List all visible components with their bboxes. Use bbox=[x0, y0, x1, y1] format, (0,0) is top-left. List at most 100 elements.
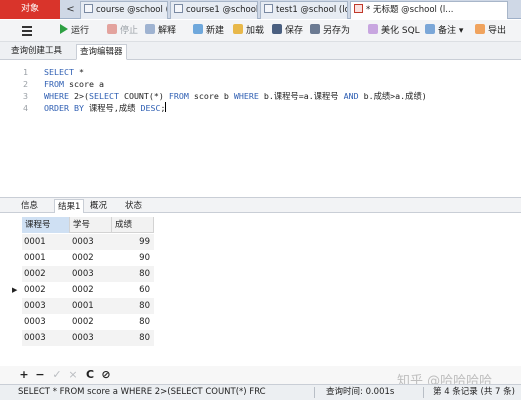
table-cell[interactable]: 0003 bbox=[72, 266, 94, 282]
table-row[interactable]: 0003 0002 80 bbox=[22, 314, 154, 330]
line-number: 1 bbox=[23, 67, 28, 77]
status-query-time: 查询时间: 0.001s bbox=[326, 387, 395, 397]
notes-icon bbox=[425, 24, 435, 34]
play-icon bbox=[60, 24, 68, 34]
result-grid[interactable]: 课程号 学号 成绩 0001 0003 99 0001 0002 90 0002 0003 80… bbox=[0, 214, 521, 360]
table-cell[interactable]: 0001 bbox=[72, 298, 94, 314]
sql-editor[interactable]: 1 SELECT * 2 FROM score a 3 WHERE 2>(SELECT C… bbox=[0, 60, 521, 194]
code-line: 1 SELECT * bbox=[0, 66, 521, 78]
table-row[interactable]: 0002 0002 60 bbox=[22, 282, 154, 298]
table-cell[interactable]: 80 bbox=[114, 266, 150, 282]
status-divider bbox=[423, 387, 424, 398]
export-button[interactable]: 导出 bbox=[475, 23, 506, 39]
table-cell[interactable]: 80 bbox=[114, 314, 150, 330]
beautify-sql-button[interactable]: 美化 SQL bbox=[368, 23, 420, 39]
table-cell[interactable]: 0002 bbox=[72, 314, 94, 330]
line-number: 4 bbox=[23, 103, 28, 113]
new-button[interactable]: 新建 bbox=[193, 23, 224, 39]
tab-scroll-left-icon[interactable]: < bbox=[64, 3, 77, 16]
grid-header: 课程号 学号 成绩 bbox=[22, 217, 154, 233]
editor-toolbar: 运行 停止 解释 新建 加载 保存 另存为 美化 SQL 备注 ▾ 导出 bbox=[0, 20, 521, 42]
sql-keyword: WHERE bbox=[233, 91, 259, 101]
explain-button[interactable]: 解释 bbox=[145, 23, 176, 39]
table-row[interactable]: 0003 0003 80 bbox=[22, 330, 154, 346]
folder-icon bbox=[233, 24, 243, 34]
table-cell[interactable]: 0003 bbox=[24, 314, 46, 330]
object-tab[interactable]: 对象 bbox=[0, 0, 60, 19]
table-cell[interactable]: 0002 bbox=[72, 250, 94, 266]
table-cell[interactable]: 0003 bbox=[72, 234, 94, 250]
status-record-count: 第 4 条记录 (共 7 条) bbox=[433, 387, 515, 397]
tab-info[interactable]: 信息 bbox=[18, 199, 41, 213]
sql-text: score b bbox=[188, 91, 234, 101]
sql-text: 2>( bbox=[68, 91, 89, 101]
chevron-down-icon: ▾ bbox=[458, 26, 464, 36]
table-row[interactable]: 0002 0003 80 bbox=[22, 266, 154, 282]
table-cell[interactable]: 0002 bbox=[72, 282, 94, 298]
discard-changes-icon[interactable]: × bbox=[67, 368, 79, 382]
code-line: 2 FROM score a bbox=[0, 78, 521, 90]
new-icon bbox=[193, 24, 203, 34]
table-cell[interactable]: 90 bbox=[114, 250, 150, 266]
text-cursor bbox=[165, 102, 167, 112]
run-button[interactable]: 运行 bbox=[60, 23, 89, 39]
code-text: ORDER BY 课程号,成绩 DESC; bbox=[44, 102, 167, 114]
sql-text: score a bbox=[63, 79, 104, 89]
add-record-icon[interactable]: + bbox=[18, 368, 30, 382]
save-button[interactable]: 保存 bbox=[272, 23, 303, 39]
apply-changes-icon[interactable]: ✓ bbox=[51, 368, 63, 382]
code-line: 4 ORDER BY 课程号,成绩 DESC; bbox=[0, 102, 521, 114]
code-line: 3 WHERE 2>(SELECT COUNT(*) FROM score b W… bbox=[0, 90, 521, 102]
sql-text: * bbox=[73, 67, 84, 77]
tab-query-course[interactable]: course @school (lo... bbox=[80, 1, 168, 19]
status-bar: SELECT * FROM score a WHERE 2>(SELECT CO… bbox=[0, 384, 521, 400]
sql-text: b.成绩>a.成绩) bbox=[358, 91, 427, 101]
sql-keyword: SELECT bbox=[88, 91, 119, 101]
tab-query-course1[interactable]: course1 @school (l... bbox=[170, 1, 258, 19]
line-number: 2 bbox=[23, 79, 28, 89]
column-header[interactable]: 学号 bbox=[70, 217, 112, 233]
tab-status[interactable]: 状态 bbox=[122, 199, 145, 213]
save-as-icon bbox=[310, 24, 320, 34]
query-icon bbox=[84, 4, 93, 13]
tab-query-editor[interactable]: 查询编辑器 bbox=[76, 44, 127, 60]
sql-keyword: DESC bbox=[140, 103, 161, 113]
export-icon bbox=[475, 24, 485, 34]
table-cell[interactable]: 60 bbox=[114, 282, 150, 298]
tab-query-builder[interactable]: 查询创建工具 bbox=[8, 44, 65, 60]
sql-keyword: FROM bbox=[168, 91, 189, 101]
menu-icon[interactable] bbox=[22, 26, 32, 36]
stop-button[interactable]: 停止 bbox=[107, 23, 138, 39]
line-number: 3 bbox=[23, 91, 28, 101]
table-cell[interactable]: 0003 bbox=[72, 330, 94, 346]
table-cell[interactable]: 99 bbox=[114, 234, 150, 250]
tab-query-untitled[interactable]: * 无标题 @school (l... bbox=[350, 1, 508, 19]
save-as-button[interactable]: 另存为 bbox=[310, 23, 350, 39]
refresh-icon[interactable]: C bbox=[84, 368, 96, 382]
table-row[interactable]: 0003 0001 80 bbox=[22, 298, 154, 314]
table-cell[interactable]: 0003 bbox=[24, 298, 46, 314]
query-icon bbox=[174, 4, 183, 13]
table-row[interactable]: 0001 0003 99 bbox=[22, 234, 154, 250]
tab-query-test1[interactable]: test1 @school (loc... bbox=[260, 1, 348, 19]
table-cell[interactable]: 0003 bbox=[24, 330, 46, 346]
table-cell[interactable]: 0001 bbox=[24, 250, 46, 266]
table-cell[interactable]: 80 bbox=[114, 330, 150, 346]
tab-result1[interactable]: 结果1 bbox=[54, 199, 85, 213]
column-header[interactable]: 成绩 bbox=[112, 217, 154, 233]
status-divider bbox=[314, 387, 315, 398]
stop-icon[interactable]: ⊘ bbox=[100, 368, 112, 382]
column-header[interactable]: 课程号 bbox=[22, 217, 70, 233]
table-cell[interactable]: 80 bbox=[114, 298, 150, 314]
delete-record-icon[interactable]: − bbox=[34, 368, 46, 382]
sql-text: COUNT(*) bbox=[118, 91, 169, 101]
query-icon bbox=[264, 4, 273, 13]
table-cell[interactable]: 0002 bbox=[24, 282, 46, 298]
table-row[interactable]: 0001 0002 90 bbox=[22, 250, 154, 266]
sql-keyword: FROM bbox=[44, 79, 64, 89]
table-cell[interactable]: 0002 bbox=[24, 266, 46, 282]
tab-profile[interactable]: 概况 bbox=[87, 199, 110, 213]
table-cell[interactable]: 0001 bbox=[24, 234, 46, 250]
load-button[interactable]: 加载 bbox=[233, 23, 264, 39]
notes-button[interactable]: 备注 ▾ bbox=[425, 23, 463, 39]
